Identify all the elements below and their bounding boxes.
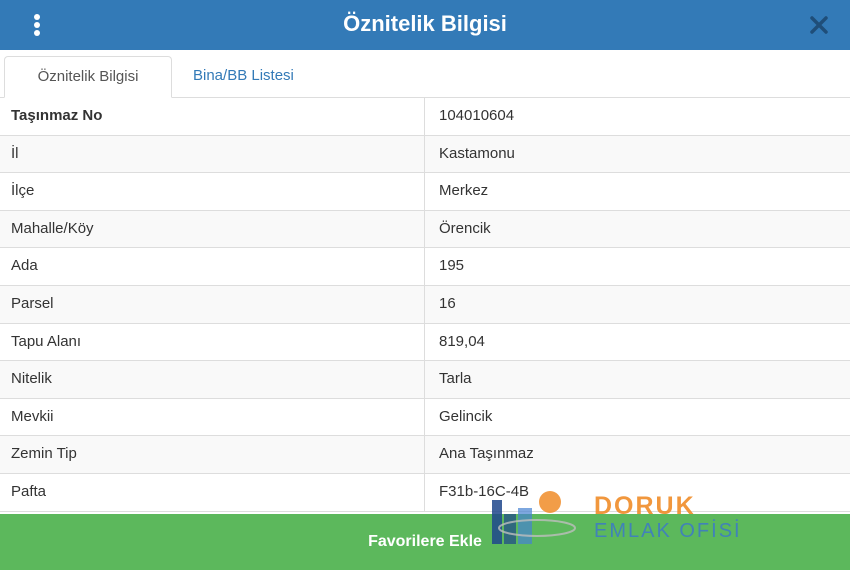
attribute-key: Pafta: [0, 473, 425, 511]
add-to-favorites-button[interactable]: Favorilere Ekle: [0, 514, 850, 570]
attribute-key: Parsel: [0, 285, 425, 323]
attribute-key: Zemin Tip: [0, 436, 425, 473]
table-row: Taşınmaz No 104010604: [0, 98, 850, 136]
attribute-value: Kastamonu: [439, 144, 515, 162]
table-row: Nitelik Tarla: [0, 361, 850, 399]
attribute-key: Tapu Alanı: [0, 323, 425, 361]
table-row: Ada 195: [0, 248, 850, 286]
dialog-header: Öznitelik Bilgisi: [0, 0, 850, 50]
attribute-key: İl: [0, 135, 425, 173]
table-row: Parsel 16: [0, 285, 850, 324]
attribute-value: Tarla: [439, 370, 472, 388]
table-row: Mevkii Gelincik: [0, 398, 850, 437]
table-row: Tapu Alanı 819,04: [0, 323, 850, 362]
dialog-title: Öznitelik Bilgisi: [343, 11, 507, 36]
attribute-value: 819,04: [439, 332, 485, 350]
table-row: Mahalle/Köy Örencik: [0, 210, 850, 249]
table-row: İl Kastamonu: [0, 135, 850, 174]
table-row: İlçe Merkez: [0, 173, 850, 211]
tab-bina-bb-listesi[interactable]: Bina/BB Listesi: [178, 56, 309, 98]
tab-oznitelik-bilgisi[interactable]: Öznitelik Bilgisi: [4, 56, 172, 98]
attribute-value: Merkez: [439, 182, 489, 200]
attribute-table: Taşınmaz No 104010604 İl Kastamonu İlçe …: [0, 98, 850, 512]
attribute-key: İlçe: [0, 173, 425, 210]
attribute-value: 16: [439, 294, 456, 312]
close-icon[interactable]: [808, 14, 830, 36]
attribute-value: Gelincik: [439, 407, 493, 425]
attribute-value: F31b-16C-4B: [439, 482, 530, 500]
attribute-key: Nitelik: [0, 361, 425, 398]
attribute-key: Ada: [0, 248, 425, 285]
tab-bar: Öznitelik Bilgisi Bina/BB Listesi: [0, 50, 850, 98]
attribute-key: Mevkii: [0, 398, 425, 436]
table-row: Zemin Tip Ana Taşınmaz: [0, 436, 850, 474]
attribute-value: 195: [439, 257, 465, 275]
attribute-key: Mahalle/Köy: [0, 210, 425, 248]
attribute-value: Örencik: [439, 219, 491, 237]
attribute-key: Taşınmaz No: [0, 98, 425, 135]
table-row: Pafta F31b-16C-4B: [0, 473, 850, 512]
attribute-value: Ana Taşınmaz: [439, 445, 534, 463]
attribute-value: 104010604: [439, 107, 515, 124]
